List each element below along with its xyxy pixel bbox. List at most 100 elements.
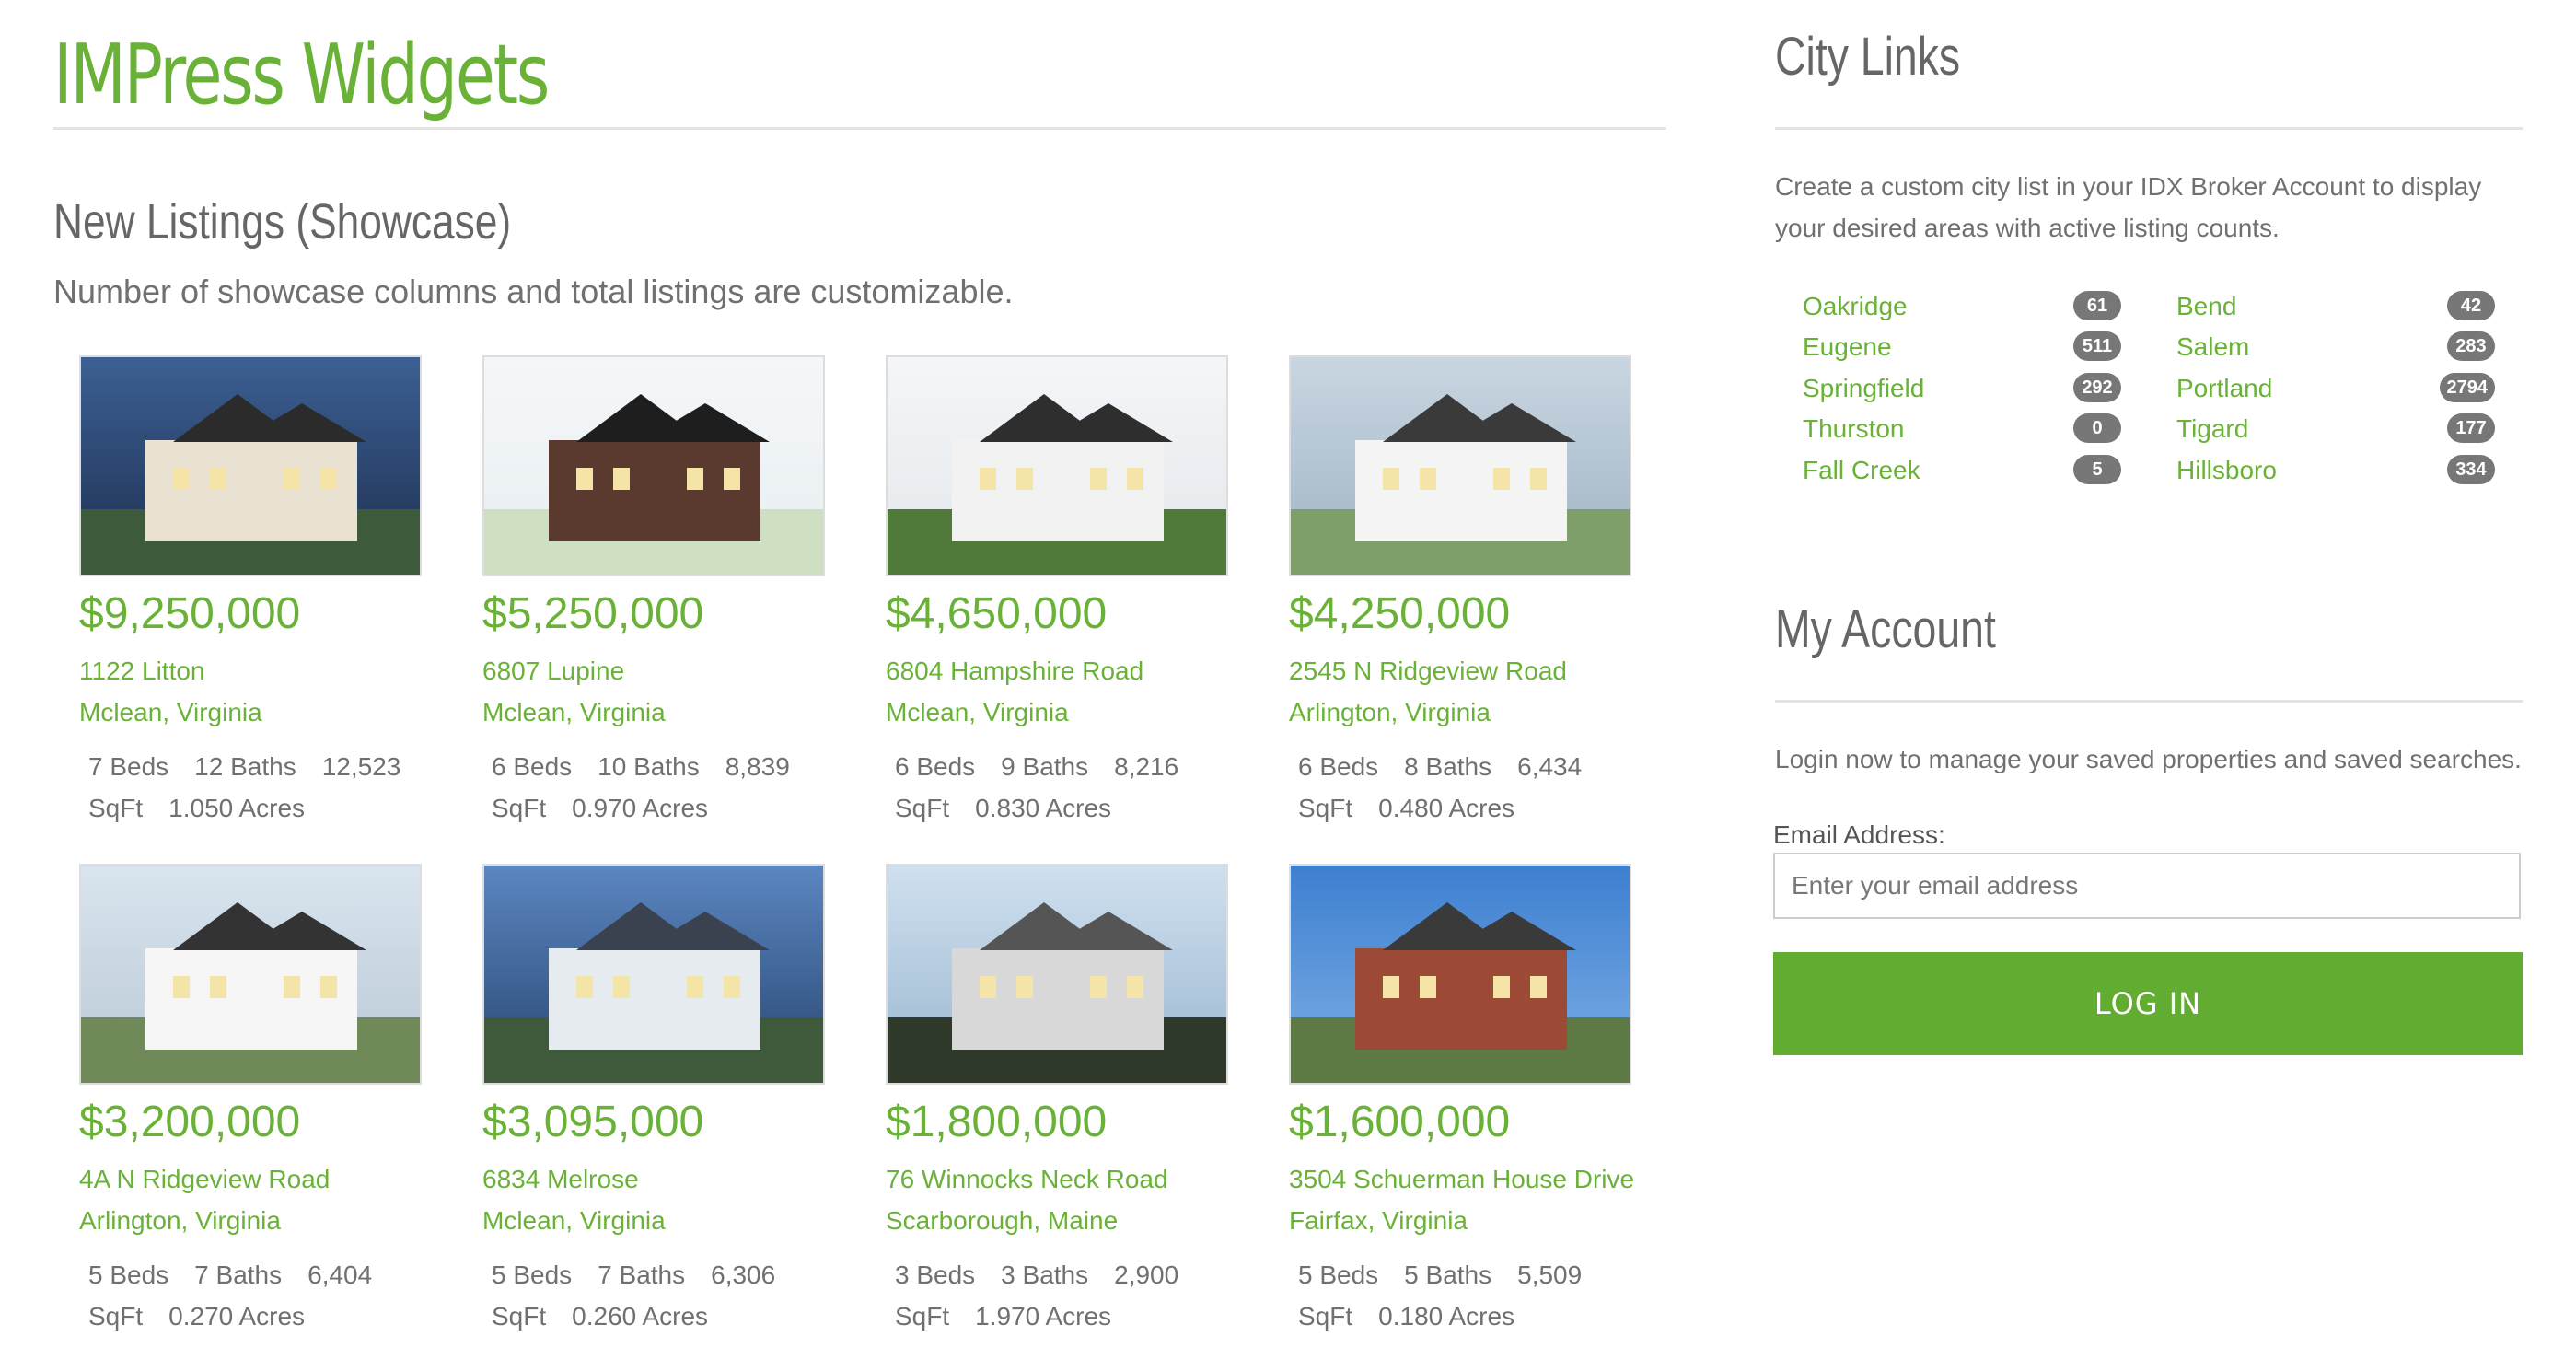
listing-card[interactable]: $4,250,000 2545 N Ridgeview Road Arlington… bbox=[1289, 355, 1648, 829]
listing-address[interactable]: 76 Winnocks Neck Road bbox=[886, 1158, 1245, 1200]
account-divider bbox=[1775, 700, 2523, 703]
listing-price: $5,250,000 bbox=[482, 589, 704, 638]
listing-baths: 10 Baths bbox=[598, 752, 700, 781]
listing-baths: 9 Baths bbox=[1001, 752, 1089, 781]
listing-baths: 7 Baths bbox=[194, 1261, 283, 1289]
listing-stats: 7 Beds 12 Baths 12,523 SqFt 1.050 Acres bbox=[79, 746, 438, 829]
listing-stats: 5 Beds 7 Baths 6,306 SqFt 0.260 Acres bbox=[482, 1254, 841, 1337]
listing-card[interactable]: $3,095,000 6834 Melrose Mclean, Virginia 5 … bbox=[482, 864, 841, 1337]
city-name[interactable]: Thurston bbox=[1803, 408, 1905, 449]
city-name[interactable]: Fall Creek bbox=[1803, 449, 1920, 491]
city-count-badge: 334 bbox=[2447, 455, 2495, 484]
listing-address[interactable]: 2545 N Ridgeview Road bbox=[1289, 650, 1648, 691]
listing-price: $4,250,000 bbox=[1289, 589, 1511, 638]
listing-beds: 6 Beds bbox=[895, 752, 976, 781]
login-button[interactable]: LOG IN bbox=[1773, 952, 2523, 1055]
city-link[interactable]: Salem 283 bbox=[2176, 326, 2495, 367]
listing-address[interactable]: 6834 Melrose bbox=[482, 1158, 841, 1200]
listing-photo[interactable] bbox=[482, 864, 825, 1085]
city-name[interactable]: Hillsboro bbox=[2176, 449, 2277, 491]
city-count-badge: 42 bbox=[2447, 291, 2495, 320]
city-link[interactable]: Eugene 511 bbox=[1803, 326, 2121, 367]
city-name[interactable]: Eugene bbox=[1803, 326, 1892, 367]
listing-address[interactable]: 6804 Hampshire Road bbox=[886, 650, 1245, 691]
email-label: Email Address: bbox=[1773, 820, 1945, 849]
listing-address[interactable]: 1122 Litton bbox=[79, 650, 438, 691]
city-link[interactable]: Springfield 292 bbox=[1803, 367, 2121, 409]
listing-address[interactable]: 4A N Ridgeview Road bbox=[79, 1158, 438, 1200]
listing-city[interactable]: Mclean, Virginia bbox=[482, 691, 841, 733]
listing-baths: 3 Baths bbox=[1001, 1261, 1089, 1289]
city-name[interactable]: Tigard bbox=[2176, 408, 2248, 449]
listing-photo[interactable] bbox=[79, 864, 422, 1085]
listing-baths: 12 Baths bbox=[194, 752, 296, 781]
listing-city[interactable]: Scarborough, Maine bbox=[886, 1200, 1245, 1241]
city-count-badge: 177 bbox=[2447, 413, 2495, 443]
listing-card[interactable]: $5,250,000 6807 Lupine Mclean, Virginia 6 B… bbox=[482, 355, 841, 829]
listing-baths: 5 Baths bbox=[1404, 1261, 1492, 1289]
city-count-badge: 0 bbox=[2073, 413, 2121, 443]
listing-beds: 5 Beds bbox=[88, 1261, 169, 1289]
listing-photo[interactable] bbox=[79, 355, 422, 576]
city-link[interactable]: Portland 2794 bbox=[2176, 367, 2495, 409]
listing-price: $3,095,000 bbox=[482, 1098, 704, 1146]
title-divider bbox=[53, 127, 1666, 130]
listing-price: $9,250,000 bbox=[79, 589, 301, 638]
listing-city[interactable]: Mclean, Virginia bbox=[482, 1200, 841, 1241]
city-links-description: Create a custom city list in your IDX Br… bbox=[1775, 172, 2482, 242]
listing-acres: 0.480 Acres bbox=[1378, 794, 1515, 822]
listing-acres: 0.830 Acres bbox=[975, 794, 1112, 822]
listing-photo[interactable] bbox=[886, 864, 1228, 1085]
listing-city[interactable]: Arlington, Virginia bbox=[1289, 691, 1648, 733]
city-link[interactable]: Fall Creek 5 bbox=[1803, 449, 2121, 491]
city-name[interactable]: Oakridge bbox=[1803, 285, 1908, 327]
listing-card[interactable]: $3,200,000 4A N Ridgeview Road Arlington, … bbox=[79, 864, 438, 1337]
listing-stats: 3 Beds 3 Baths 2,900 SqFt 1.970 Acres bbox=[886, 1254, 1245, 1337]
listing-photo[interactable] bbox=[886, 355, 1228, 576]
city-count-badge: 61 bbox=[2073, 291, 2121, 320]
listing-stats: 6 Beds 9 Baths 8,216 SqFt 0.830 Acres bbox=[886, 746, 1245, 829]
listing-city[interactable]: Fairfax, Virginia bbox=[1289, 1200, 1648, 1241]
listing-card[interactable]: $1,800,000 76 Winnocks Neck Road Scarborou… bbox=[886, 864, 1245, 1337]
city-name[interactable]: Bend bbox=[2176, 285, 2236, 327]
listing-beds: 7 Beds bbox=[88, 752, 169, 781]
listing-acres: 1.050 Acres bbox=[168, 794, 306, 822]
listing-price: $3,200,000 bbox=[79, 1098, 301, 1146]
listing-price: $1,800,000 bbox=[886, 1098, 1108, 1146]
listing-stats: 5 Beds 5 Baths 5,509 SqFt 0.180 Acres bbox=[1289, 1254, 1648, 1337]
listing-card[interactable]: $9,250,000 1122 Litton Mclean, Virginia 7 B… bbox=[79, 355, 438, 829]
city-count-badge: 5 bbox=[2073, 455, 2121, 484]
city-count-badge: 2794 bbox=[2439, 373, 2495, 402]
city-link[interactable]: Tigard 177 bbox=[2176, 408, 2495, 449]
listing-baths: 7 Baths bbox=[598, 1261, 686, 1289]
listing-city[interactable]: Arlington, Virginia bbox=[79, 1200, 438, 1241]
city-count-badge: 511 bbox=[2073, 331, 2121, 361]
listing-photo[interactable] bbox=[1289, 864, 1631, 1085]
listing-city[interactable]: Mclean, Virginia bbox=[886, 691, 1245, 733]
listing-acres: 1.970 Acres bbox=[975, 1302, 1112, 1331]
city-link[interactable]: Oakridge 61 bbox=[1803, 285, 2121, 327]
listing-acres: 0.180 Acres bbox=[1378, 1302, 1515, 1331]
listing-city[interactable]: Mclean, Virginia bbox=[79, 691, 438, 733]
listing-card[interactable]: $1,600,000 3504 Schuerman House Drive Fair… bbox=[1289, 864, 1648, 1337]
email-field[interactable] bbox=[1773, 853, 2521, 919]
city-name[interactable]: Salem bbox=[2176, 326, 2249, 367]
listing-acres: 0.270 Acres bbox=[168, 1302, 306, 1331]
listing-beds: 6 Beds bbox=[492, 752, 573, 781]
listing-address[interactable]: 6807 Lupine bbox=[482, 650, 841, 691]
city-name[interactable]: Springfield bbox=[1803, 367, 1924, 409]
listing-card[interactable]: $4,650,000 6804 Hampshire Road Mclean, Vir… bbox=[886, 355, 1245, 829]
listing-baths: 8 Baths bbox=[1404, 752, 1492, 781]
listing-photo[interactable] bbox=[482, 355, 825, 576]
listing-acres: 0.970 Acres bbox=[572, 794, 709, 822]
listing-price: $4,650,000 bbox=[886, 589, 1108, 638]
city-link[interactable]: Bend 42 bbox=[2176, 285, 2495, 327]
city-link[interactable]: Thurston 0 bbox=[1803, 408, 2121, 449]
account-description: Login now to manage your saved propertie… bbox=[1775, 745, 2522, 773]
listing-address[interactable]: 3504 Schuerman House Drive bbox=[1289, 1158, 1648, 1200]
account-title: My Account bbox=[1775, 599, 1996, 659]
listing-beds: 5 Beds bbox=[492, 1261, 573, 1289]
city-link[interactable]: Hillsboro 334 bbox=[2176, 449, 2495, 491]
city-name[interactable]: Portland bbox=[2176, 367, 2272, 409]
listing-photo[interactable] bbox=[1289, 355, 1631, 576]
